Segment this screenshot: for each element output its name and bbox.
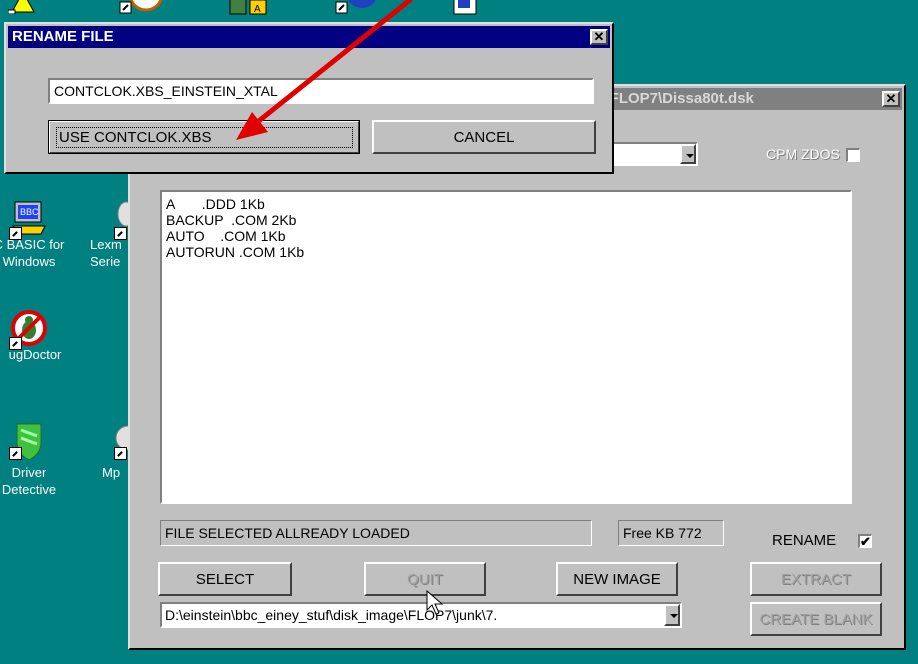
extract-button[interactable]: EXTRACT: [750, 562, 882, 596]
list-item[interactable]: BACKUP .COM 2Kb: [166, 212, 846, 228]
create-blank-button[interactable]: CREATE BLANK: [750, 602, 882, 636]
free-kb-box: Free KB 772: [618, 520, 724, 546]
desktop-icon-label: Windows: [2, 254, 56, 269]
status-text: FILE SELECTED ALLREADY LOADED: [165, 525, 410, 541]
cpm-zdos-checkbox[interactable]: [846, 148, 860, 162]
status-bar: FILE SELECTED ALLREADY LOADED: [160, 520, 592, 546]
new-image-button[interactable]: NEW IMAGE: [556, 562, 678, 596]
bug-doctor-icon: [9, 310, 47, 350]
cancel-button[interactable]: CANCEL: [372, 120, 596, 154]
bbc-basic-icon: BBC: [9, 200, 47, 240]
rename-label: RENAME: [772, 532, 837, 549]
rename-file-dialog: RENAME FILE ✕ CONTCLOK.XBS_EINSTEIN_XTAL…: [4, 22, 614, 174]
use-contclok-button[interactable]: USE CONTCLOK.XBS: [48, 120, 360, 154]
free-kb-text: Free KB 772: [623, 525, 702, 541]
rename-input-value: CONTCLOK.XBS_EINSTEIN_XTAL: [54, 83, 278, 99]
cpm-zdos-label: CPM ZDOS: [766, 146, 840, 162]
use-button-label: USE CONTCLOK.XBS: [56, 126, 353, 148]
path-value: D:\einstein\bbc_einey_stuf\disk_image\FL…: [165, 607, 498, 623]
printer-icon: [114, 200, 128, 240]
desktop-icon-bbc-basic[interactable]: BBC C BASIC for Windows: [0, 200, 74, 270]
desktop-icon-label: Serie: [90, 254, 121, 269]
desktop-top-icon-2[interactable]: [118, 0, 168, 14]
warning-icon: [7, 0, 35, 15]
main-window-close-button[interactable]: ✕: [882, 91, 900, 107]
file-list[interactable]: A .DDD 1Kb BACKUP .COM 2Kb AUTO .COM 1Kb…: [160, 190, 852, 504]
list-item[interactable]: AUTO .COM 1Kb: [166, 228, 846, 244]
chevron-down-icon[interactable]: [680, 144, 696, 164]
app-icon: A: [229, 0, 267, 15]
select-button[interactable]: SELECT: [158, 562, 292, 596]
quit-button[interactable]: QUIT: [364, 562, 486, 596]
mouse-cursor-icon: [426, 590, 444, 615]
desktop-top-icon-3[interactable]: A: [228, 0, 272, 16]
desktop-icon-bugdoctor[interactable]: ugDoctor: [0, 310, 74, 363]
shield-icon: [9, 420, 47, 461]
window-icon: [453, 0, 477, 15]
svg-text:A: A: [254, 4, 261, 15]
desktop-top-icon-5[interactable]: [452, 0, 478, 16]
list-item[interactable]: AUTORUN .COM 1Kb: [166, 244, 846, 260]
list-item[interactable]: A .DDD 1Kb: [166, 196, 846, 212]
rename-dialog-close-button[interactable]: ✕: [590, 29, 608, 45]
desktop-icon-mp3[interactable]: Mp: [76, 420, 128, 481]
rename-dialog-titlebar: RENAME FILE: [8, 26, 610, 48]
desktop-icon-label: Driver: [11, 465, 47, 480]
path-select[interactable]: D:\einstein\bbc_einey_stuf\disk_image\FL…: [160, 602, 682, 628]
desktop-icon-label: Detective: [1, 482, 57, 497]
desktop-icon-label: Mp: [102, 465, 121, 480]
cd-icon: [114, 420, 128, 460]
globe-icon: [335, 0, 376, 14]
desktop-top-icon-1[interactable]: [7, 0, 38, 15]
rename-dialog-title: RENAME FILE: [12, 28, 114, 45]
desktop-icon-lexmark[interactable]: Lexm Serie: [76, 200, 128, 270]
rename-checkbox[interactable]: ✔: [858, 534, 872, 548]
desktop-top-icon-4[interactable]: [334, 0, 378, 14]
clock-icon: [119, 0, 163, 14]
chevron-down-icon[interactable]: [664, 604, 680, 626]
rename-input[interactable]: CONTCLOK.XBS_EINSTEIN_XTAL: [48, 78, 594, 104]
desktop-icon-driver-detective[interactable]: Driver Detective: [0, 420, 74, 498]
svg-text:BBC: BBC: [20, 207, 39, 217]
